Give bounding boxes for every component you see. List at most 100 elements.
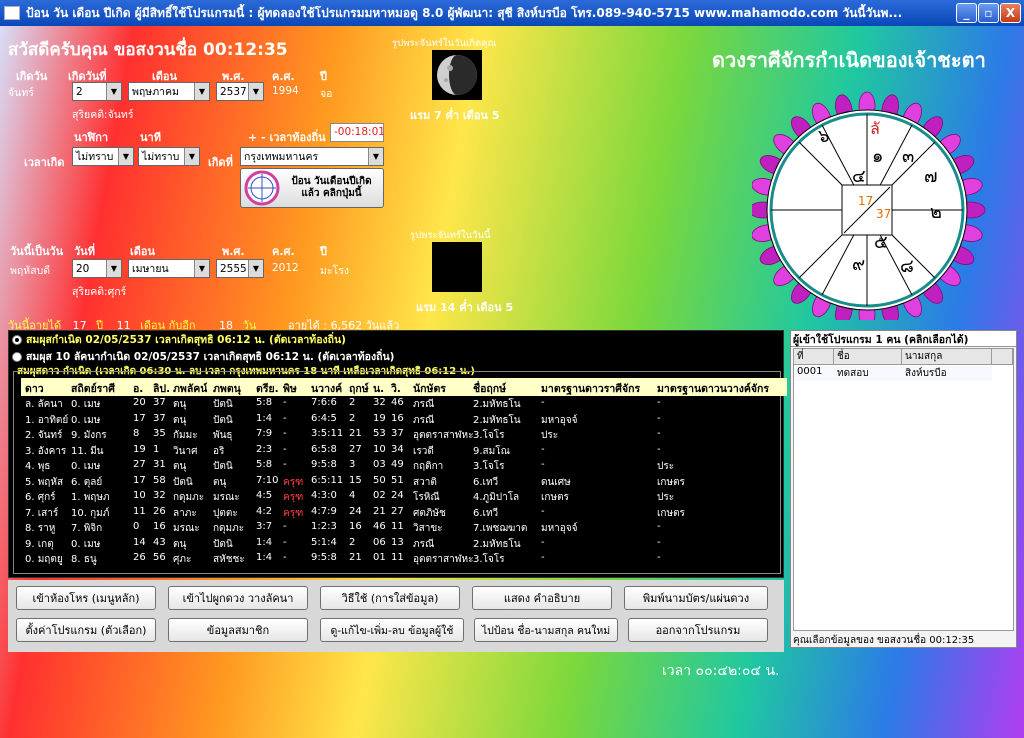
table-cell: 5. พฤหัส bbox=[25, 476, 64, 488]
explain-button[interactable]: แสดง คำอธิบาย bbox=[472, 586, 612, 610]
horoscope-wheel[interactable]: 17 37 ลั ๑ ๖ ๓ ๗ ๔ ๒ ๕ ๘ ๙ bbox=[752, 90, 1022, 320]
table-cell: ตนุ bbox=[173, 399, 187, 410]
table-cell: 14 bbox=[133, 536, 146, 548]
table-cell: 16 bbox=[391, 412, 404, 424]
table-cell: 17 bbox=[133, 412, 146, 424]
birth-year-value: จอ bbox=[320, 88, 333, 100]
table-cell: ศตภิษัช bbox=[413, 507, 446, 519]
table-cell: 02 bbox=[373, 490, 386, 501]
table-cell: 7:10 bbox=[256, 474, 279, 486]
close-button[interactable]: X bbox=[1000, 3, 1021, 23]
table-cell: 0 bbox=[133, 521, 140, 532]
table-cell: - bbox=[283, 459, 287, 470]
birth-year-label: ปี bbox=[320, 70, 327, 83]
table-cell: 4:7:9 bbox=[311, 505, 337, 517]
today-ce-label: ค.ศ. bbox=[272, 245, 295, 258]
table-cell: 31 bbox=[153, 459, 166, 470]
wheel-mark-5: ๕ bbox=[874, 232, 888, 253]
wheel-mark-3: ๓ bbox=[902, 146, 914, 167]
table-cell: ภรณี bbox=[413, 538, 435, 550]
table-row: 4. พุธ 0. เมษ 27 31 ตนุ ปัตนิ 5:8-9:5:8 3 03 49 กฤ… bbox=[21, 459, 787, 475]
table-cell: เกษตร bbox=[541, 492, 569, 503]
user-grid[interactable]: ที่ ชื่อ นามสกุล 0001 ทดสอบ สิงห์บรบือ bbox=[793, 348, 1014, 631]
chevron-down-icon: ▼ bbox=[248, 260, 263, 277]
table-header-cell: มาตรฐานดาวราศีจักร bbox=[541, 383, 641, 395]
table-cell: 27 bbox=[349, 443, 362, 455]
table-cell: 2 bbox=[349, 412, 356, 424]
wheel-mark-7: ๗ bbox=[924, 166, 938, 187]
user-row-surname[interactable]: สิงห์บรบือ bbox=[902, 366, 992, 381]
pair-horoscope-button[interactable]: เข้าไปผูกดวง วางลัคนา bbox=[168, 586, 308, 610]
user-col-no[interactable]: ที่ bbox=[794, 349, 834, 365]
submit-birth-button[interactable]: ป้อน วันเดือนปีเกิด แล้ว คลิกปุ่มนี้ bbox=[240, 168, 384, 208]
table-cell: - bbox=[541, 536, 545, 548]
place-select[interactable]: กรุงเทพมหานคร ▼ bbox=[240, 147, 384, 166]
table-cell: 0. มฤตยู bbox=[25, 554, 63, 565]
today-month-select[interactable]: เมษายน ▼ bbox=[128, 259, 210, 278]
maximize-button[interactable]: ▫ bbox=[978, 3, 999, 23]
table-cell: เกษตร bbox=[657, 476, 685, 488]
table-cell: 5:8 bbox=[256, 459, 273, 470]
table-cell: สหัชชะ bbox=[213, 554, 245, 565]
howto-button[interactable]: วิธีใช้ (การใส่ข้อมูล) bbox=[320, 586, 460, 610]
birth-month-select[interactable]: พฤษภาคม ▼ bbox=[128, 82, 210, 101]
place-label: เกิดที่ bbox=[208, 156, 233, 169]
table-cell: ประ bbox=[657, 492, 675, 503]
table-cell: ปัตนิ bbox=[213, 538, 233, 550]
table-cell: 16 bbox=[349, 521, 362, 532]
table-cell: ตนุ bbox=[213, 476, 227, 488]
table-cell: 7.เพชฌฆาต bbox=[473, 523, 528, 534]
user-row-no[interactable]: 0001 bbox=[794, 366, 834, 381]
main-menu-button[interactable]: เข้าห้องโหร (เมนูหลัก) bbox=[16, 586, 156, 610]
today-date-select[interactable]: 20 ▼ bbox=[72, 259, 122, 278]
print-button[interactable]: พิมพ์นามบัตร/แผ่นดวง bbox=[624, 586, 768, 610]
table-cell: - bbox=[541, 443, 545, 455]
table-row: 0. มฤตยู 8. ธนู 26 56 ศุภะ สหัชชะ 1:4-9:5:8 21 0… bbox=[21, 552, 787, 568]
table-cell: 11 bbox=[133, 505, 146, 517]
table-header-cell: ภพตนุ bbox=[213, 383, 241, 395]
table-cell: 6. ตุลย์ bbox=[71, 476, 103, 488]
option-birth-position[interactable]: สมผุสกำเนิด 02/05/2537 เวลาเกิดสุทธิ 06:… bbox=[9, 331, 783, 348]
table-cell: 5:8 bbox=[256, 397, 273, 408]
table-cell: 24 bbox=[349, 505, 362, 517]
settings-button[interactable]: ตั้งค่าโปรแกรม (ตัวเลือก) bbox=[16, 618, 156, 642]
option-ten-lagna[interactable]: สมผุส 10 ลัคนากำเนิด 02/05/2537 เวลาเกิด… bbox=[9, 348, 783, 365]
table-row: ล. ลัคนา 0. เมษ 20 37 ตนุ ปัตนิ 5:8-7:6:6 2 32 46… bbox=[21, 397, 787, 413]
minute-label: นาที bbox=[140, 131, 161, 144]
members-button[interactable]: ข้อมูลสมาชิก bbox=[168, 618, 308, 642]
table-cell: ภรณี bbox=[413, 414, 435, 426]
hour-select[interactable]: ไม่ทราบ ▼ bbox=[72, 147, 134, 166]
table-cell: เรวดี bbox=[413, 445, 434, 457]
table-cell: ครุฑ bbox=[283, 507, 304, 519]
birth-be-select[interactable]: 2537 ▼ bbox=[216, 82, 264, 101]
minute-select[interactable]: ไม่ทราบ ▼ bbox=[138, 147, 200, 166]
table-cell: ปัตนิ bbox=[173, 476, 193, 488]
user-row-name[interactable]: ทดสอบ bbox=[834, 366, 902, 381]
table-cell: ปัตนิ bbox=[213, 461, 233, 472]
new-name-button[interactable]: ไปป้อน ชื่อ-นามสกุล คนใหม่ bbox=[474, 618, 618, 642]
user-col-name[interactable]: ชื่อ bbox=[834, 349, 902, 365]
table-cell: 7. เสาร์ bbox=[25, 507, 59, 519]
table-cell: ปุตตะ bbox=[213, 507, 238, 519]
exit-button[interactable]: ออกจากโปรแกรม bbox=[628, 618, 768, 642]
table-cell: มหาอุจจ์ bbox=[541, 523, 578, 534]
local-time-field[interactable]: -00:18:01 bbox=[330, 123, 385, 142]
today-year-value: มะโรง bbox=[320, 265, 349, 277]
table-cell: 4.ภูมิปาโล bbox=[473, 492, 520, 503]
table-cell: ภรณี bbox=[413, 399, 435, 410]
table-cell: 6:5:11 bbox=[311, 474, 344, 486]
wheel-mark-4: ๔ bbox=[852, 166, 866, 187]
table-cell: ดนเศษ bbox=[541, 476, 571, 488]
edit-users-button[interactable]: ดู-แก้ไข-เพิ่ม-ลบ ข้อมูลผู้ใช้ bbox=[320, 618, 464, 642]
app-icon bbox=[4, 6, 20, 20]
birth-date-select[interactable]: 2 ▼ bbox=[72, 82, 122, 101]
moon-birth-phase: แรม 7 ค่ำ เดือน 5 bbox=[410, 109, 500, 122]
table-cell: 9:5:8 bbox=[311, 459, 337, 470]
user-col-surname[interactable]: นามสกุล bbox=[902, 349, 992, 365]
table-cell: - bbox=[657, 428, 661, 439]
table-cell: 21 bbox=[349, 428, 362, 439]
chevron-down-icon: ▼ bbox=[106, 260, 121, 277]
table-cell: 6:5:8 bbox=[311, 443, 337, 455]
today-be-select[interactable]: 2555 ▼ bbox=[216, 259, 264, 278]
minimize-button[interactable]: _ bbox=[956, 3, 977, 23]
